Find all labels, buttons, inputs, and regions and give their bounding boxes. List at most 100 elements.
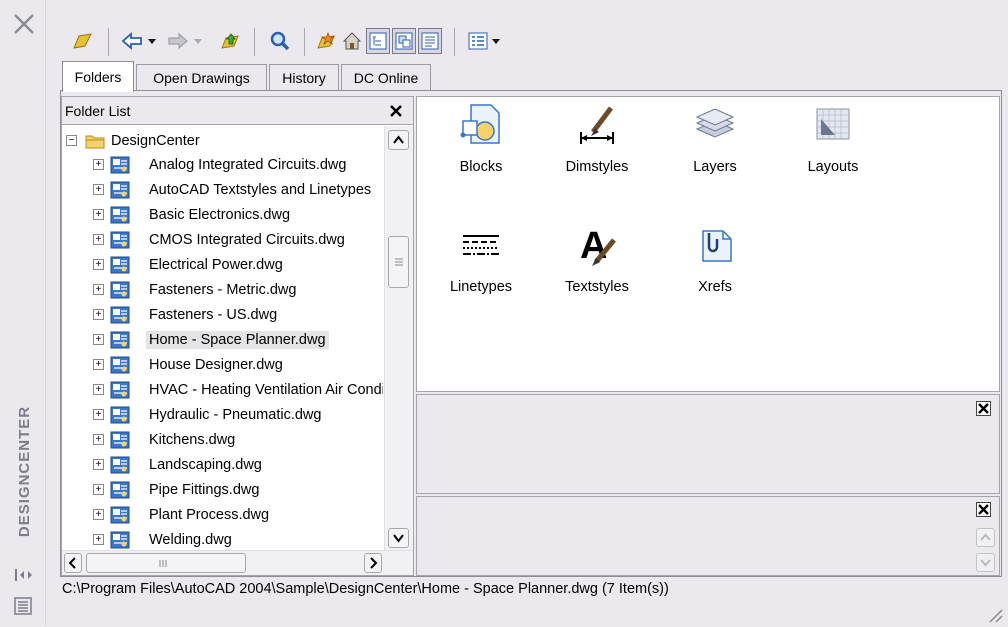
tree-item[interactable]: + Fasteners - US.dwg: [62, 303, 383, 327]
tree-horizontal-scrollbar[interactable]: [62, 550, 413, 575]
drawing-file-icon: [110, 206, 130, 224]
expand-icon[interactable]: +: [93, 334, 104, 345]
tree-item-label: Home - Space Planner.dwg: [146, 331, 329, 349]
expand-icon[interactable]: +: [93, 259, 104, 270]
description-pane: [416, 496, 1000, 576]
tree-item-label: Kitchens.dwg: [149, 432, 236, 448]
tree-item[interactable]: + House Designer.dwg: [62, 353, 383, 377]
expand-icon[interactable]: +: [93, 209, 104, 220]
tree-root[interactable]: − DesignCenter: [62, 129, 383, 153]
drawing-file-icon: [110, 231, 130, 249]
scroll-left-button[interactable]: [64, 553, 82, 573]
tab-history[interactable]: History: [269, 64, 339, 90]
forward-icon[interactable]: [166, 28, 190, 54]
expand-icon[interactable]: +: [93, 309, 104, 320]
toolbar-separator: [254, 28, 255, 56]
tree-item[interactable]: + Home - Space Planner.dwg: [62, 328, 383, 352]
expand-icon[interactable]: +: [93, 384, 104, 395]
views-icon[interactable]: [466, 28, 490, 54]
tree-item[interactable]: + HVAC - Heating Ventilation Air Conditio…: [62, 378, 383, 402]
forward-dropdown-icon[interactable]: [192, 28, 204, 54]
content-item-layouts[interactable]: Layouts: [783, 101, 883, 197]
resize-grip-icon[interactable]: [984, 604, 1004, 624]
drawing-file-icon: [110, 506, 130, 524]
tree-item[interactable]: + Landscaping.dwg: [62, 453, 383, 477]
tree-item[interactable]: + Kitchens.dwg: [62, 428, 383, 452]
horizontal-scroll-thumb[interactable]: [86, 553, 246, 573]
description-toggle-icon[interactable]: [418, 28, 442, 54]
description-scroll-down-button[interactable]: [976, 553, 995, 572]
content-item-dimstyles[interactable]: Dimstyles: [547, 101, 647, 197]
scroll-thumb[interactable]: [388, 236, 409, 288]
tree-item-label: Fasteners - US.dwg: [149, 307, 278, 323]
content-item-textstyles[interactable]: A Textstyles: [547, 221, 647, 317]
up-icon[interactable]: [218, 28, 242, 54]
tab-open-drawings[interactable]: Open Drawings: [136, 64, 267, 90]
collapse-icon[interactable]: −: [66, 135, 77, 146]
expand-icon[interactable]: +: [93, 409, 104, 420]
views-dropdown-icon[interactable]: [490, 28, 502, 54]
close-tree-icon[interactable]: [389, 104, 403, 118]
favorites-icon[interactable]: [314, 28, 338, 54]
close-icon[interactable]: [12, 12, 36, 36]
scroll-up-button[interactable]: [388, 130, 409, 150]
content-item-blocks[interactable]: Blocks: [431, 101, 531, 197]
preview-toggle-icon[interactable]: [392, 28, 416, 54]
tree-item[interactable]: + CMOS Integrated Circuits.dwg: [62, 228, 383, 252]
content-item-linetypes[interactable]: Linetypes: [431, 221, 531, 317]
dimstyles-icon: [573, 101, 621, 149]
toolbar-separator: [304, 28, 305, 56]
content-item-xrefs[interactable]: Xrefs: [665, 221, 765, 317]
expand-icon[interactable]: +: [93, 434, 104, 445]
tree-item-label: Landscaping.dwg: [149, 457, 262, 473]
folder-tree: − DesignCenter + Analog Integrated Circui…: [62, 126, 383, 550]
back-dropdown-icon[interactable]: [146, 28, 158, 54]
tree-view-toggle-icon[interactable]: [366, 28, 390, 54]
search-icon[interactable]: [268, 28, 292, 54]
expand-icon[interactable]: +: [93, 184, 104, 195]
folder-list-header: Folder List: [62, 97, 413, 125]
tree-vertical-scrollbar[interactable]: [384, 126, 413, 550]
drawing-file-icon: [110, 431, 130, 449]
tree-item[interactable]: + Pipe Fittings.dwg: [62, 478, 383, 502]
tab-label: DC Online: [353, 69, 419, 86]
tree-item[interactable]: + Hydraulic - Pneumatic.dwg: [62, 403, 383, 427]
load-icon[interactable]: [70, 28, 94, 54]
content-item-layers[interactable]: Layers: [665, 101, 765, 197]
tree-item[interactable]: + Plant Process.dwg: [62, 503, 383, 527]
tree-item[interactable]: + Electrical Power.dwg: [62, 253, 383, 277]
expand-icon[interactable]: +: [93, 284, 104, 295]
expand-icon[interactable]: +: [93, 459, 104, 470]
tab-label: Open Drawings: [153, 69, 250, 86]
tree-item[interactable]: + AutoCAD Textstyles and Linetypes: [62, 178, 383, 202]
home-icon[interactable]: [340, 28, 364, 54]
drawing-file-icon: [110, 181, 130, 199]
tree-item-label: HVAC - Heating Ventilation Air Condition…: [149, 382, 383, 398]
scroll-down-button[interactable]: [388, 528, 409, 548]
expand-icon[interactable]: +: [93, 509, 104, 520]
tab-folders[interactable]: Folders: [62, 61, 134, 92]
expand-icon[interactable]: +: [93, 234, 104, 245]
tree-item[interactable]: + Fasteners - Metric.dwg: [62, 278, 383, 302]
auto-hide-icon[interactable]: [14, 567, 34, 583]
description-scroll-up-button[interactable]: [976, 528, 995, 547]
tree-item-label: Hydraulic - Pneumatic.dwg: [149, 407, 322, 423]
expand-icon[interactable]: +: [93, 534, 104, 545]
expand-icon[interactable]: +: [93, 159, 104, 170]
tree-item[interactable]: + Welding.dwg: [62, 528, 383, 550]
palette-title: DESIGNCENTER: [16, 405, 34, 537]
tree-item[interactable]: + Analog Integrated Circuits.dwg: [62, 153, 383, 177]
tree-item-label: Pipe Fittings.dwg: [149, 482, 260, 498]
drawing-file-icon: [110, 156, 130, 174]
tab-dc-online[interactable]: DC Online: [341, 64, 431, 90]
close-description-icon[interactable]: [976, 502, 991, 517]
properties-icon[interactable]: [14, 597, 32, 615]
close-preview-icon[interactable]: [976, 401, 991, 416]
scroll-right-button[interactable]: [364, 553, 382, 573]
expand-icon[interactable]: +: [93, 359, 104, 370]
back-icon[interactable]: [120, 28, 144, 54]
tree-item[interactable]: + Basic Electronics.dwg: [62, 203, 383, 227]
expand-icon[interactable]: +: [93, 484, 104, 495]
toolbar-separator: [454, 28, 455, 56]
tree-item-label: CMOS Integrated Circuits.dwg: [149, 232, 345, 248]
